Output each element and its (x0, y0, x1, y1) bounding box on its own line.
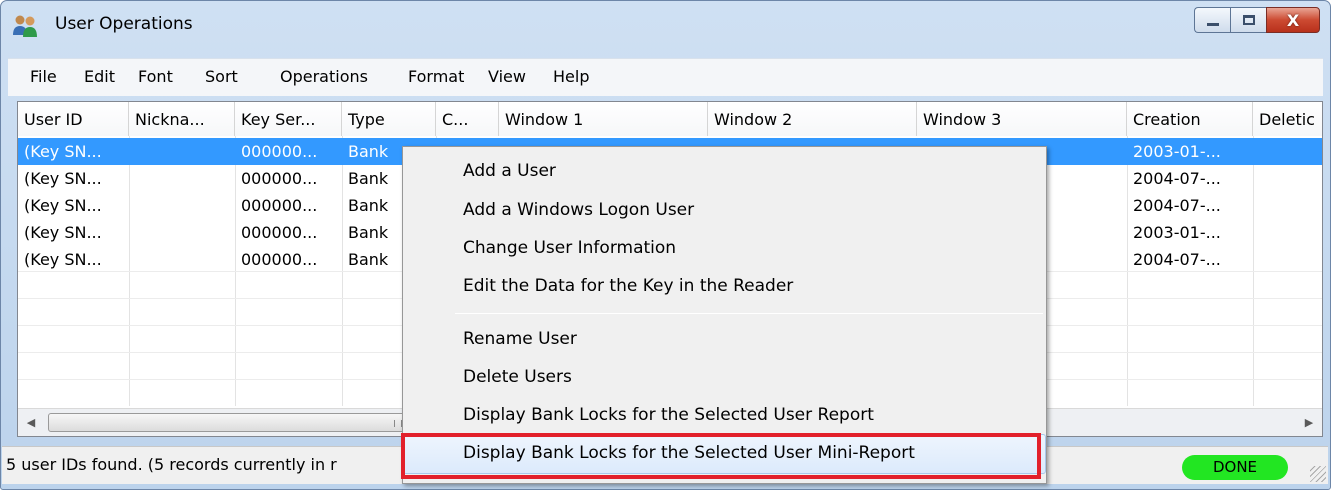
cell-user-id: (Key SN... (24, 223, 102, 242)
menu-edit[interactable]: Edit (84, 67, 115, 86)
cell-key-serial: 000000... (241, 169, 318, 188)
cell-creation: 2004-07-... (1133, 250, 1221, 269)
minimize-icon (1206, 22, 1219, 26)
column-window-3[interactable]: Window 3 (917, 102, 1127, 136)
cell-user-id: (Key SN... (24, 142, 102, 161)
cell-type: Bank (348, 250, 389, 269)
menu-view[interactable]: View (488, 67, 526, 86)
window-controls: X (1194, 7, 1320, 33)
ctx-rename-user[interactable]: Rename User (463, 329, 577, 349)
column-window-1[interactable]: Window 1 (499, 102, 708, 136)
cell-key-serial: 000000... (241, 250, 318, 269)
column-key-serial[interactable]: Key Ser... (235, 102, 342, 136)
ctx-add-windows-logon-user[interactable]: Add a Windows Logon User (463, 200, 694, 220)
cell-key-serial: 000000... (241, 223, 318, 242)
maximize-icon (1242, 15, 1255, 25)
menu-bar: File Edit Font Sort Operations Format Vi… (8, 58, 1323, 96)
status-message: 5 user IDs found. (5 records currently i… (6, 455, 337, 474)
cell-creation: 2003-01-... (1133, 142, 1221, 161)
cell-type: Bank (348, 223, 389, 242)
users-icon (13, 15, 37, 37)
column-nickname[interactable]: Nickna... (129, 102, 235, 136)
ctx-bank-locks-report[interactable]: Display Bank Locks for the Selected User… (463, 405, 874, 425)
cell-user-id: (Key SN... (24, 196, 102, 215)
cell-type: Bank (348, 169, 389, 188)
column-window-2[interactable]: Window 2 (708, 102, 917, 136)
resize-grip-icon[interactable] (1310, 466, 1326, 482)
column-deletion[interactable]: Deletic (1253, 102, 1322, 136)
cell-user-id: (Key SN... (24, 169, 102, 188)
menu-help[interactable]: Help (553, 67, 589, 86)
menu-font[interactable]: Font (138, 67, 173, 86)
cell-user-id: (Key SN... (24, 250, 102, 269)
highlight-outline (401, 433, 1041, 479)
column-type[interactable]: Type (342, 102, 436, 136)
menu-separator (455, 313, 1043, 314)
cell-creation: 2003-01-... (1133, 223, 1221, 242)
cell-creation: 2004-07-... (1133, 169, 1221, 188)
cell-creation: 2004-07-... (1133, 196, 1221, 215)
scroll-thumb[interactable] (48, 413, 408, 432)
column-c[interactable]: C... (436, 102, 499, 136)
cell-key-serial: 000000... (241, 142, 318, 161)
column-creation[interactable]: Creation (1127, 102, 1253, 136)
cell-type: Bank (348, 142, 389, 161)
chevron-left-icon: ◀ (26, 416, 36, 429)
menu-sort[interactable]: Sort (205, 67, 238, 86)
ctx-change-user-information[interactable]: Change User Information (463, 238, 676, 258)
title-bar[interactable]: User Operations X (1, 1, 1330, 53)
column-user-id[interactable]: User ID (18, 102, 129, 136)
maximize-button[interactable] (1230, 7, 1266, 33)
window-title: User Operations (55, 14, 193, 34)
table-header: User ID Nickna... Key Ser... Type C... W… (18, 102, 1322, 136)
minimize-button[interactable] (1194, 7, 1230, 33)
scroll-left-button[interactable]: ◀ (18, 409, 44, 436)
menu-format[interactable]: Format (408, 67, 464, 86)
ctx-edit-key-data[interactable]: Edit the Data for the Key in the Reader (463, 276, 793, 296)
scroll-right-button[interactable]: ▶ (1296, 409, 1322, 436)
scroll-grip-icon (394, 420, 402, 427)
close-button[interactable]: X (1266, 7, 1320, 33)
menu-operations[interactable]: Operations (280, 67, 368, 86)
cell-type: Bank (348, 196, 389, 215)
ctx-add-user[interactable]: Add a User (463, 161, 556, 181)
done-indicator: DONE (1182, 455, 1288, 480)
cell-key-serial: 000000... (241, 196, 318, 215)
menu-file[interactable]: File (30, 67, 57, 86)
chevron-right-icon: ▶ (1304, 416, 1314, 429)
close-icon: X (1286, 10, 1300, 30)
ctx-delete-users[interactable]: Delete Users (463, 367, 572, 387)
